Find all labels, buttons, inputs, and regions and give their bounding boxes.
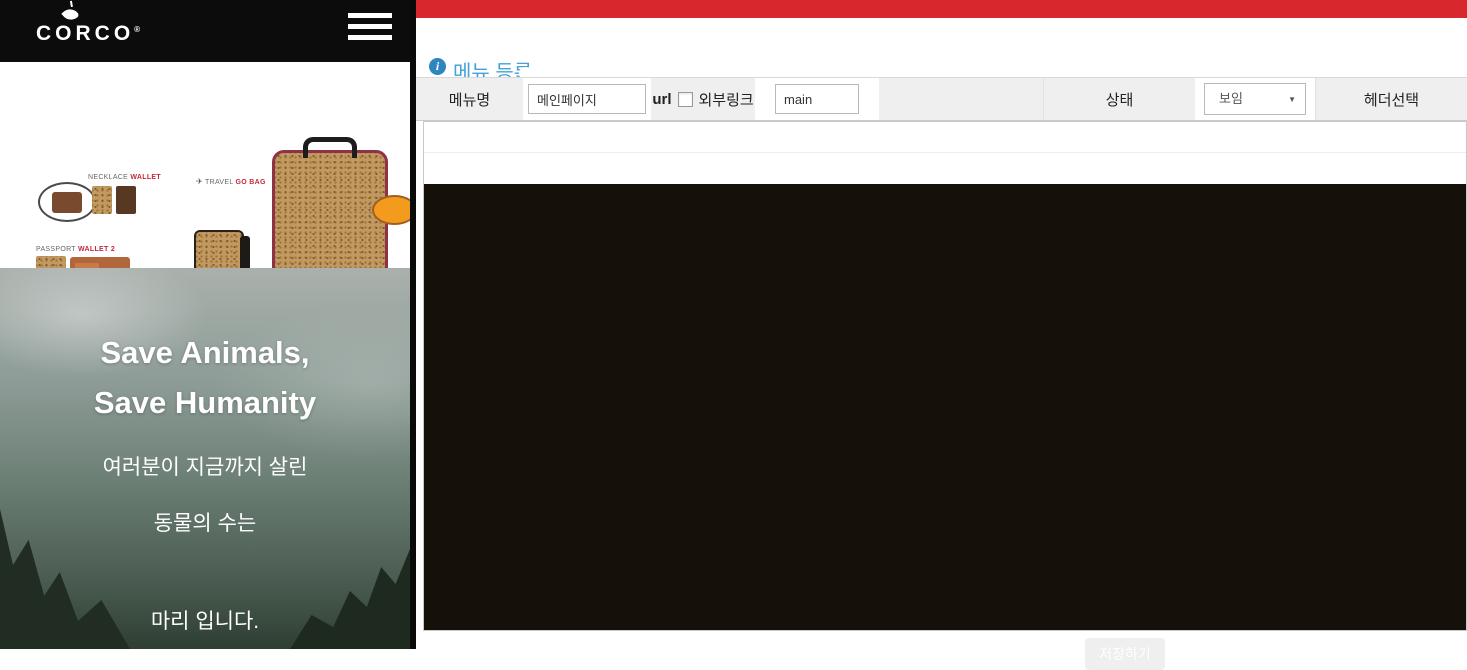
site-preview-panel: CORCO® NECKLACE WALLET PASSPORT WALLET 2…	[0, 0, 410, 649]
backpack-handle	[303, 137, 357, 158]
url-label: url	[652, 91, 671, 108]
form-spacer-cell	[879, 78, 1043, 120]
header-select-label: 헤더선택	[1315, 78, 1467, 120]
cork-wallet-image	[92, 186, 112, 214]
status-label: 상태	[1043, 78, 1195, 120]
status-select-value: 보임	[1219, 84, 1243, 114]
hero-subtitle-1: 여러분이 지금까지 살린	[0, 451, 410, 481]
necklace-wallet-image	[52, 192, 82, 213]
hero-section: Save Animals, Save Humanity 여러분이 지금까지 살린…	[0, 268, 410, 649]
passport-wallet-caption: PASSPORT WALLET 2	[36, 246, 115, 253]
external-link-label: 외부링크	[698, 89, 753, 110]
travel-go-bag-caption: ✈TRAVEL GO BAG	[196, 177, 266, 186]
hero-title-line2: Save Humanity	[0, 378, 410, 428]
cork-backpack-image	[272, 150, 388, 268]
hero-title: Save Animals, Save Humanity	[0, 328, 410, 427]
menu-form-row: 메뉴명 url 외부링크 상태 보임 ▼ 헤더선택	[416, 77, 1467, 121]
product-carousel: NECKLACE WALLET PASSPORT WALLET 2 ✈TRAVE…	[0, 62, 410, 268]
leather-passport-wallet-image	[70, 257, 130, 268]
menu-name-input[interactable]	[528, 84, 646, 114]
hero-title-line1: Save Animals,	[0, 328, 410, 378]
url-input[interactable]	[775, 84, 859, 114]
leaf-icon	[61, 5, 79, 23]
save-button[interactable]: 저장하기	[1085, 638, 1165, 670]
status-select[interactable]: 보임 ▼	[1204, 83, 1306, 115]
small-cork-bag-image	[194, 230, 244, 268]
hamburger-menu-icon[interactable]	[348, 13, 392, 41]
plane-icon: ✈	[196, 177, 203, 186]
necklace-wallet-caption: NECKLACE WALLET	[88, 174, 161, 181]
hero-subtitle-3: 마리 입니다.	[0, 605, 410, 635]
toolbar-row-2	[424, 153, 1466, 184]
page-header: 메뉴 등록 프로그램 연동 방법	[416, 18, 1467, 77]
html-source-editor	[423, 121, 1467, 631]
admin-panel: 메뉴 등록 프로그램 연동 방법 메뉴명 url 외부링크 상태 보임 ▼ 헤더…	[416, 0, 1467, 649]
brown-wallet-image	[116, 186, 136, 214]
backpack-badge	[372, 195, 410, 225]
toolbar-row-1	[424, 122, 1466, 153]
registered-mark: ®	[134, 25, 144, 34]
animal-counter	[0, 553, 410, 591]
menu-name-label: 메뉴명	[416, 78, 523, 120]
logo-text: CORCO®	[36, 22, 144, 46]
url-cell: url 외부링크	[651, 78, 755, 120]
corco-logo[interactable]: CORCO®	[36, 6, 144, 46]
preview-header: CORCO®	[0, 0, 410, 62]
code-area[interactable]	[424, 184, 1466, 630]
info-icon	[429, 58, 446, 75]
external-link-checkbox[interactable]	[678, 92, 693, 107]
bag-strap	[240, 236, 250, 268]
cork-passport-wallet-image	[36, 256, 66, 268]
top-red-bar	[416, 0, 1467, 18]
chevron-down-icon: ▼	[1288, 95, 1296, 104]
hero-subtitle-2: 동물의 수는	[0, 507, 410, 537]
